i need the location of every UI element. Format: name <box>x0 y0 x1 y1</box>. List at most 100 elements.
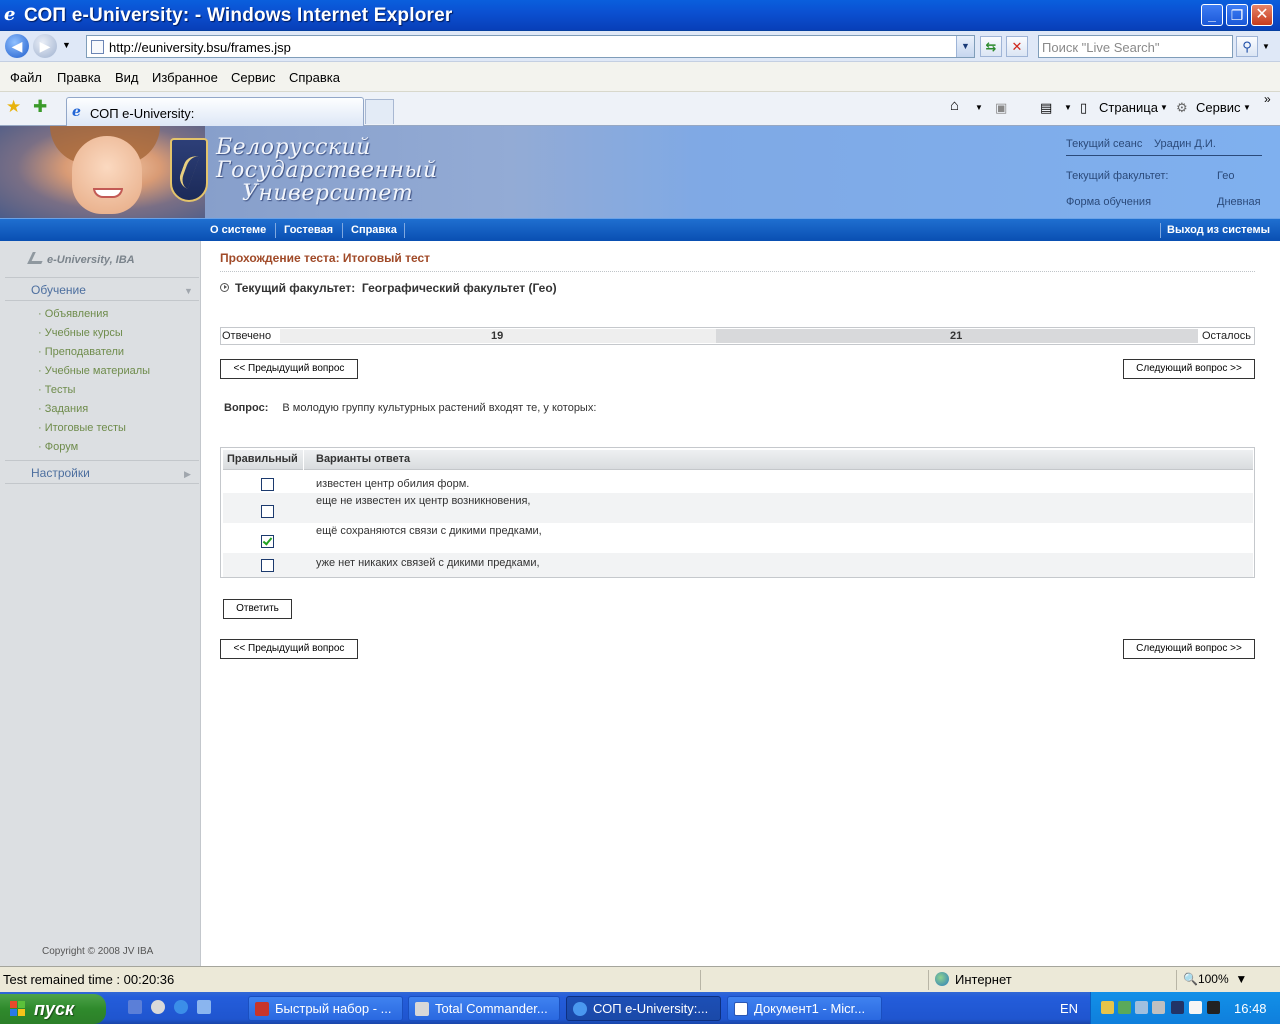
taskbar-item-word[interactable]: Документ1 - Micr... <box>727 996 882 1021</box>
answer-checkbox[interactable] <box>261 478 274 491</box>
print-icon[interactable]: ▤ <box>1040 100 1052 116</box>
taskbar-item-ie[interactable]: СОП e-University:... <box>566 996 721 1021</box>
chevron-right-icon[interactable]: ▶ <box>184 469 191 480</box>
sidebar-item-forum[interactable]: · Форум <box>38 441 78 453</box>
search-input[interactable]: Поиск "Live Search" <box>1038 35 1233 58</box>
search-options-icon[interactable]: ▼ <box>1262 42 1270 51</box>
tray-security-icon[interactable] <box>1171 1001 1184 1014</box>
logout-link[interactable]: Выход из системы <box>1167 224 1270 236</box>
refresh-button[interactable]: ⇆ <box>980 36 1002 57</box>
answer-checkbox-checked[interactable] <box>261 535 274 548</box>
menu-tools[interactable]: Сервис <box>231 70 276 85</box>
timer-status: Test remained time : 00:20:36 <box>3 972 175 987</box>
window-titlebar[interactable]: e СОП e-University: - Windows Internet E… <box>0 0 1280 31</box>
new-tab-button[interactable] <box>365 99 394 124</box>
tray-display-icon[interactable] <box>1135 1001 1148 1014</box>
page-dropdown-icon[interactable]: ▼ <box>1160 103 1168 112</box>
internet-zone-icon <box>935 972 949 986</box>
answer-checkbox[interactable] <box>261 559 274 572</box>
menu-view[interactable]: Вид <box>115 70 139 85</box>
study-form-label: Форма обучения <box>1066 196 1152 208</box>
taskbar-item-quickdial[interactable]: Быстрый набор - ... <box>248 996 403 1021</box>
copyright: Copyright © 2008 JV IBA <box>42 946 154 957</box>
history-dropdown-icon[interactable]: ▼ <box>62 40 71 50</box>
progress-bar: Отвечено 19 21 Осталось <box>220 327 1255 345</box>
bullet-icon <box>220 283 229 292</box>
menu-file[interactable]: Файл <box>10 70 42 85</box>
sidebar-section-learning[interactable]: Обучение <box>31 283 86 297</box>
add-favorite-icon[interactable]: ✚ <box>33 97 47 117</box>
submit-answer-button[interactable]: Ответить <box>223 599 292 619</box>
sidebar-item-teachers[interactable]: · Преподаватели <box>38 346 124 358</box>
close-button[interactable]: ✕ <box>1251 4 1273 26</box>
faculty-label: Текущий факультет: <box>1066 170 1169 182</box>
search-icon[interactable]: ⚲ <box>1236 36 1258 57</box>
quicklaunch-ie-icon[interactable] <box>174 1000 188 1014</box>
sidebar-item-materials[interactable]: · Учебные материалы <box>38 365 150 377</box>
tray-tool-icon[interactable] <box>1189 1001 1202 1014</box>
start-button[interactable]: пуск <box>0 994 106 1024</box>
minimize-button[interactable]: _ <box>1201 4 1223 26</box>
stop-button[interactable]: ✕ <box>1006 36 1028 57</box>
chevron-down-icon[interactable]: ▼ <box>184 286 193 296</box>
feeds-icon[interactable]: ▣ <box>995 100 1007 116</box>
forward-button[interactable]: ▶ <box>33 34 57 58</box>
menu-edit[interactable]: Правка <box>57 70 101 85</box>
answer-text: известен центр обилия форм. <box>316 478 470 490</box>
back-button[interactable]: ◀ <box>5 34 29 58</box>
nav-about[interactable]: О системе <box>210 224 266 236</box>
page-icon <box>91 40 104 54</box>
zoom-level[interactable]: 🔍100% ▼ <box>1183 972 1247 986</box>
sidebar-item-courses[interactable]: · Учебные курсы <box>38 327 123 339</box>
home-icon[interactable]: ⌂ <box>950 97 959 114</box>
print-dropdown-icon[interactable]: ▼ <box>1064 103 1072 112</box>
next-question-button[interactable]: Следующий вопрос >> <box>1123 359 1255 379</box>
internet-zone: Интернет <box>955 972 1012 987</box>
menu-help[interactable]: Справка <box>289 70 340 85</box>
prev-question-button-bottom[interactable]: << Предыдущий вопрос <box>220 639 358 659</box>
tray-app-icon[interactable] <box>1118 1001 1131 1014</box>
taskbar-item-totalcmd[interactable]: Total Commander... <box>408 996 560 1021</box>
checkmark-icon <box>262 535 273 546</box>
quicklaunch-floppy-icon[interactable] <box>128 1000 142 1014</box>
answer-checkbox[interactable] <box>261 505 274 518</box>
test-panel: Прохождение теста: Итоговый тест Текущий… <box>220 241 1255 966</box>
page-menu[interactable]: Страница <box>1099 100 1158 115</box>
sidebar-item-announcements[interactable]: · Объявления <box>38 308 108 320</box>
session-info: Текущий сеанс Урадин Д.И. Текущий факуль… <box>1066 138 1262 212</box>
tab-active[interactable]: e СОП e-University: <box>66 97 364 126</box>
address-dropdown-icon[interactable]: ▼ <box>956 36 974 57</box>
total-commander-icon <box>415 1002 429 1016</box>
prev-question-button[interactable]: << Предыдущий вопрос <box>220 359 358 379</box>
sidebar-item-tasks[interactable]: · Задания <box>38 403 88 415</box>
page-title: Прохождение теста: Итоговый тест <box>220 251 431 265</box>
address-field[interactable]: http://euniversity.bsu/frames.jsp ▼ <box>86 35 975 58</box>
remaining-label: Осталось <box>1202 330 1251 342</box>
zoom-icon: 🔍 <box>1183 972 1198 986</box>
quicklaunch-desktop-icon[interactable] <box>197 1000 211 1014</box>
sidebar-item-final-tests[interactable]: · Итоговые тесты <box>38 422 126 434</box>
ie-icon <box>573 1002 587 1016</box>
language-indicator[interactable]: EN <box>1060 1001 1078 1016</box>
tools-dropdown-icon[interactable]: ▼ <box>1243 103 1251 112</box>
iba-logo-icon <box>27 252 47 264</box>
sidebar-section-settings[interactable]: Настройки <box>31 466 90 480</box>
tray-editor-icon[interactable] <box>1207 1001 1220 1014</box>
question-label: Вопрос: <box>224 402 269 414</box>
nav-help[interactable]: Справка <box>351 224 397 236</box>
question-text: В молодую группу культурных растений вхо… <box>282 402 597 414</box>
tools-menu[interactable]: Сервис <box>1196 100 1241 115</box>
favorites-star-icon[interactable]: ★ <box>6 97 21 117</box>
tray-network-icon[interactable] <box>1101 1001 1114 1014</box>
quicklaunch-media-icon[interactable] <box>151 1000 165 1014</box>
session-label: Текущий сеанс <box>1066 138 1143 150</box>
next-question-button-bottom[interactable]: Следующий вопрос >> <box>1123 639 1255 659</box>
session-user: Урадин Д.И. <box>1154 138 1216 150</box>
chevron-more-icon[interactable]: » <box>1264 92 1271 106</box>
nav-guestbook[interactable]: Гостевая <box>284 224 333 236</box>
maximize-button[interactable]: ❐ <box>1226 4 1248 26</box>
menu-favorites[interactable]: Избранное <box>152 70 218 85</box>
home-dropdown-icon[interactable]: ▼ <box>975 103 983 112</box>
sidebar-item-tests[interactable]: · Тесты <box>38 384 75 396</box>
tray-volume-icon[interactable] <box>1152 1001 1165 1014</box>
